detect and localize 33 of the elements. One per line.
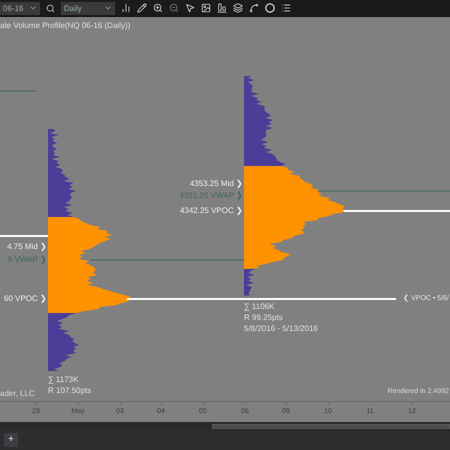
add-tab-button[interactable]: + [4, 433, 18, 447]
curve-icon[interactable] [249, 3, 259, 13]
circle-icon[interactable] [265, 3, 275, 13]
profile-stat: ∑ 1173K [48, 375, 78, 385]
mid-label: 4353.25 Mid ❯ [190, 179, 243, 189]
scrollbar-thumb[interactable] [212, 424, 450, 428]
chevron-down-icon [29, 4, 37, 12]
bars-icon[interactable] [217, 3, 227, 13]
mid-label: 4.75 Mid ❯ [7, 242, 47, 252]
profile-stat: ∑ 1106K [244, 302, 274, 312]
interval-dropdown[interactable]: Daily [61, 2, 115, 14]
level-line [0, 235, 48, 237]
credit-text: ader, LLC [0, 389, 35, 399]
vpoc-label: 4342.25 VPOC ❯ [180, 206, 243, 216]
search-icon[interactable] [46, 4, 55, 12]
picture-icon[interactable] [201, 3, 211, 13]
pencil-icon[interactable] [137, 3, 147, 13]
vwap-label: 5 VWAP ❯ [8, 255, 47, 265]
instrument-dropdown[interactable]: 06-16 [0, 2, 40, 14]
level-line [0, 90, 36, 92]
chart-title: ate Volume Profile(NQ 06-16 (Daily)) [0, 21, 130, 31]
vwap-label: 4351.25 VWAP ❯ [180, 191, 243, 201]
profile-stat: R 107.50pts [48, 386, 92, 396]
cursor-icon[interactable] [185, 3, 195, 13]
profile-stat: R 99.25pts [244, 313, 283, 323]
zoom-out-icon[interactable] [169, 3, 179, 13]
chevron-down-icon [104, 4, 112, 12]
list-icon[interactable] [281, 3, 291, 13]
zoom-in-icon[interactable] [153, 3, 163, 13]
bar-chart-icon[interactable] [121, 3, 131, 13]
layers-icon[interactable] [233, 3, 243, 13]
vpoc-label: 60 VPOC ❯ [4, 294, 47, 304]
profile-stat: 5/8/2016 - 5/13/2016 [244, 324, 318, 334]
